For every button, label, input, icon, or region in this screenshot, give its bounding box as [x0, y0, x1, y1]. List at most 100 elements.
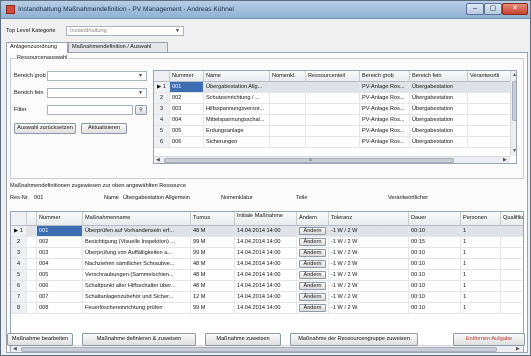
assign-group-measure-button[interactable]: Maßnahme der Ressourcengruppe zuweisen	[290, 333, 418, 346]
cell-qualifikation[interactable]	[501, 259, 523, 270]
table-row[interactable]: 8 008 Feuerlöschereinrichtung prüfen 99 …	[11, 303, 523, 314]
cell-turnus[interactable]: 12 M	[191, 292, 235, 303]
cell-nummer[interactable]: 008	[37, 303, 83, 314]
cell-initiale-massnahme[interactable]: 14.04.2014 14:00	[235, 248, 297, 259]
scroll-thumb[interactable]	[512, 81, 516, 121]
cell-bereich-fein[interactable]: Übergabestation	[410, 115, 468, 126]
table-row[interactable]: ▶ 1 001 Übergabestation Allg... PV-Anlag…	[154, 82, 516, 93]
col-state[interactable]	[27, 212, 37, 226]
cell-toleranz[interactable]: -1 W / 2 W	[329, 270, 409, 281]
cell-qualifikation[interactable]	[501, 270, 523, 281]
cell-personen[interactable]: 1	[461, 226, 501, 237]
col-massnahmenname[interactable]: Maßnahmenname	[83, 212, 191, 226]
cell-dauer[interactable]: 00:10	[409, 303, 461, 314]
cell-nummer[interactable]: 002	[170, 93, 204, 104]
cell-state[interactable]	[27, 270, 37, 281]
cell-ressourcenteil[interactable]	[306, 115, 360, 126]
cell-massnahmenname[interactable]: Verschraubungen (Sammelschien...	[83, 270, 191, 281]
cell-toleranz[interactable]: -1 W / 2 W	[329, 226, 409, 237]
cell-state[interactable]	[27, 259, 37, 270]
cell-name[interactable]: Mittelspannungsschal...	[204, 115, 270, 126]
col-dauer[interactable]: Dauer	[409, 212, 461, 226]
bereich-grob-select[interactable]: ▼	[47, 71, 147, 81]
cell-turnus[interactable]: 99 M	[191, 237, 235, 248]
cell-personen[interactable]: 1	[461, 292, 501, 303]
cell-nummer[interactable]: 004	[37, 259, 83, 270]
cell-qualifikation[interactable]	[501, 281, 523, 292]
cell-ressourcenteil[interactable]	[306, 104, 360, 115]
cell-dauer[interactable]: 00:10	[409, 270, 461, 281]
scroll-down-icon[interactable]: ▼	[512, 148, 516, 154]
scroll-thumb[interactable]	[21, 347, 497, 352]
cell-name[interactable]: Schutzeinrichtung / ...	[204, 93, 270, 104]
cell-state[interactable]	[27, 281, 37, 292]
cell-toleranz[interactable]: -1 W / 2 W	[329, 303, 409, 314]
cell-verantwortlich[interactable]	[468, 137, 512, 148]
cell-personen[interactable]: 1	[461, 248, 501, 259]
cell-qualifikation[interactable]	[501, 237, 523, 248]
col-nomenkl[interactable]: Nomenkl.	[270, 71, 306, 82]
bereich-fein-select[interactable]: ▼	[47, 88, 147, 98]
table-row[interactable]: 5 005 Verschraubungen (Sammelschien... 4…	[11, 270, 523, 281]
cell-massnahmenname[interactable]: Überprüfen auf Vorhandensein erf...	[83, 226, 191, 237]
col-bereich-fein[interactable]: Bereich fein	[410, 71, 468, 82]
filter-icon[interactable]: ⚲	[135, 105, 147, 115]
cell-bereich-grob[interactable]: PV-Anlage Ros...	[360, 104, 410, 115]
cell-name[interactable]: Sicherungen	[204, 137, 270, 148]
scroll-left-icon[interactable]: ◀	[156, 157, 160, 163]
refresh-button[interactable]: Aktualisieren	[81, 123, 127, 134]
table-row[interactable]: ▶ 1 001 Überprüfen auf Vorhandensein erf…	[11, 226, 523, 237]
cell-state[interactable]	[27, 226, 37, 237]
table-row[interactable]: 4 004 Mittelspannungsschal... PV-Anlage …	[154, 115, 516, 126]
table-row[interactable]: 6 006 Sicherungen PV-Anlage Ros... Überg…	[154, 137, 516, 148]
cell-turnus[interactable]: 48 M	[191, 270, 235, 281]
cell-massnahmenname[interactable]: Schaltpunkt aller Hilfsschalter über...	[83, 281, 191, 292]
cell-nummer[interactable]: 007	[37, 292, 83, 303]
remove-task-button[interactable]: Entfernen Aufgabe	[453, 333, 525, 346]
cell-bereich-grob[interactable]: PV-Anlage Ros...	[360, 93, 410, 104]
title-bar[interactable]: Instandhaltung Maßnahmendefinition - PV …	[1, 1, 530, 19]
cell-initiale-massnahme[interactable]: 14.04.2014 14:00	[235, 270, 297, 281]
cell-personen[interactable]: 1	[461, 270, 501, 281]
cell-toleranz[interactable]: -1 W / 2 W	[329, 237, 409, 248]
table-row[interactable]: 2 002 Schutzeinrichtung / ... PV-Anlage …	[154, 93, 516, 104]
cell-bereich-grob[interactable]: PV-Anlage Ros...	[360, 115, 410, 126]
table-row[interactable]: 6 006 Schaltpunkt aller Hilfsschalter üb…	[11, 281, 523, 292]
cell-toleranz[interactable]: -1 W / 2 W	[329, 248, 409, 259]
reset-selection-button[interactable]: Auswahl zurücksetzen	[14, 123, 76, 134]
cell-state[interactable]	[27, 303, 37, 314]
change-button[interactable]: Ändern	[299, 304, 326, 312]
cell-qualifikation[interactable]	[501, 292, 523, 303]
cell-bereich-fein[interactable]: Übergabestation	[410, 93, 468, 104]
resource-vertical-scrollbar[interactable]: ▲ ▼	[510, 71, 516, 156]
cell-bereich-fein[interactable]: Übergabestation	[410, 137, 468, 148]
cell-nummer[interactable]: 002	[37, 237, 83, 248]
table-row[interactable]: 4 004 Nachziehen sämtlicher Schraubve...…	[11, 259, 523, 270]
cell-name[interactable]: Übergabestation Allg...	[204, 82, 270, 93]
cell-personen[interactable]: 1	[461, 281, 501, 292]
scroll-left-icon[interactable]: ◀	[13, 346, 17, 352]
col-nummer[interactable]: Nummer	[170, 71, 204, 82]
col-verantwortlich[interactable]: Verantwortli	[468, 71, 512, 82]
cell-bereich-fein[interactable]: Übergabestation	[410, 126, 468, 137]
col-personen[interactable]: Personen	[461, 212, 501, 226]
cell-turnus[interactable]: 48 M	[191, 226, 235, 237]
cell-initiale-massnahme[interactable]: 14.04.2014 14:00	[235, 259, 297, 270]
tab-massnahmendefinition[interactable]: Maßnahmendefinition / Auswahl	[68, 42, 168, 52]
cell-verantwortlich[interactable]	[468, 104, 512, 115]
cell-nummer[interactable]: 003	[37, 248, 83, 259]
cell-dauer[interactable]: 00:15	[409, 237, 461, 248]
cell-initiale-massnahme[interactable]: 14.04.2014 14:00	[235, 226, 297, 237]
cell-dauer[interactable]: 00:10	[409, 281, 461, 292]
cell-qualifikation[interactable]	[501, 248, 523, 259]
cell-verantwortlich[interactable]	[468, 115, 512, 126]
change-button[interactable]: Ändern	[299, 249, 326, 257]
cell-nummer[interactable]: 006	[170, 137, 204, 148]
cell-verantwortlich[interactable]	[468, 126, 512, 137]
cell-turnus[interactable]: 99 M	[191, 303, 235, 314]
cell-qualifikation[interactable]	[501, 226, 523, 237]
cell-verantwortlich[interactable]	[468, 93, 512, 104]
cell-bereich-fein[interactable]: Übergabestation	[410, 82, 468, 93]
col-aendern[interactable]: Ändern	[297, 212, 329, 226]
cell-massnahmenname[interactable]: Überprüfung von Auffälligkeiten a...	[83, 248, 191, 259]
